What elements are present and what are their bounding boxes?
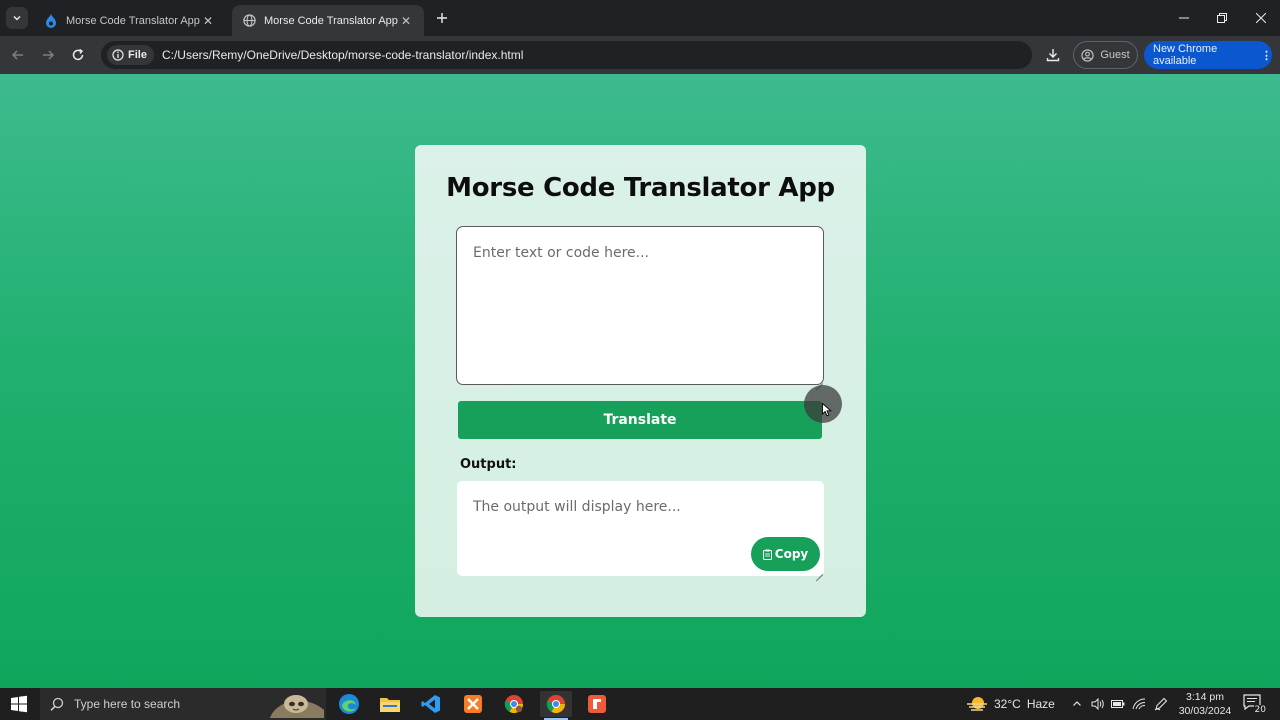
output-placeholder: The output will display here... — [473, 499, 681, 515]
weather-temp: 32°C — [994, 697, 1021, 711]
scheme-label: File — [128, 49, 147, 61]
taskbar-vscode[interactable] — [415, 691, 447, 717]
battery-icon — [1111, 700, 1125, 708]
clock-date: 30/03/2024 — [1178, 705, 1232, 717]
tab-search-button[interactable] — [6, 7, 28, 29]
download-icon — [1046, 49, 1060, 62]
notification-count: 20 — [1253, 705, 1267, 715]
copy-button[interactable]: Copy — [751, 537, 820, 571]
search-icon — [50, 697, 64, 711]
search-highlight-illustration — [270, 695, 324, 718]
weather-widget[interactable]: 32°C Haze — [966, 688, 1055, 720]
taskbar-chrome[interactable] — [540, 691, 572, 720]
windows-taskbar: Type here to search 32°C Haze 3:14 pm 30… — [0, 688, 1280, 720]
reload-icon — [72, 48, 84, 61]
reload-button[interactable] — [66, 43, 90, 67]
resize-grip-icon[interactable] — [815, 567, 823, 575]
minimize-button[interactable] — [1164, 0, 1204, 36]
plus-icon — [437, 13, 447, 23]
tab-title: Morse Code Translator App — [264, 14, 398, 27]
info-icon — [112, 49, 124, 61]
system-clock[interactable]: 3:14 pm 30/03/2024 — [1172, 690, 1238, 718]
taskbar-recorder[interactable] — [581, 691, 613, 717]
arrow-left-icon — [11, 50, 23, 60]
restore-button[interactable] — [1202, 0, 1242, 36]
output-label: Output: — [460, 457, 517, 472]
update-chrome-button[interactable]: New Chrome available ⋮ — [1144, 41, 1272, 69]
translate-button[interactable]: Translate — [458, 401, 822, 439]
browser-tab-2[interactable]: Morse Code Translator App ✕ — [232, 5, 424, 36]
new-tab-button[interactable] — [432, 8, 452, 28]
update-label: New Chrome available — [1153, 43, 1218, 67]
close-window-button[interactable] — [1241, 0, 1280, 36]
network-button[interactable] — [1129, 694, 1149, 714]
page-viewport: Morse Code Translator App Translate Outp… — [0, 74, 1280, 688]
mouse-cursor-icon — [822, 403, 832, 417]
chevron-up-icon — [1073, 701, 1081, 706]
site-info-chip[interactable]: File — [107, 45, 154, 65]
minimize-icon — [1179, 17, 1189, 19]
downloads-button[interactable] — [1043, 45, 1063, 65]
profile-button[interactable]: Guest — [1073, 41, 1138, 69]
taskbar-chrome-profile[interactable] — [498, 691, 530, 717]
back-button[interactable] — [6, 43, 30, 67]
battery-button[interactable] — [1108, 694, 1128, 714]
screen-recorder-icon — [588, 695, 606, 713]
folder-icon — [380, 698, 400, 712]
more-vert-icon: ⋮ — [1261, 49, 1272, 62]
person-icon — [1081, 48, 1094, 62]
arrow-right-icon — [43, 50, 55, 60]
tab-title: Morse Code Translator App Usi — [66, 14, 200, 27]
pen-icon — [1154, 697, 1168, 711]
address-bar[interactable]: File C:/Users/Remy/OneDrive/Desktop/mors… — [101, 41, 1032, 69]
show-hidden-icons-button[interactable] — [1067, 694, 1087, 714]
translator-card: Morse Code Translator App Translate Outp… — [415, 145, 866, 617]
vscode-icon — [421, 695, 440, 713]
clock-time: 3:14 pm — [1186, 691, 1224, 703]
windows-start-icon[interactable] — [8, 695, 30, 713]
chevron-down-icon — [13, 15, 21, 21]
url-text: C:/Users/Remy/OneDrive/Desktop/morse-cod… — [161, 48, 524, 62]
volume-button[interactable] — [1088, 694, 1108, 714]
close-tab-icon[interactable]: ✕ — [398, 13, 414, 29]
search-placeholder: Type here to search — [74, 697, 181, 711]
xampp-icon — [464, 695, 482, 713]
tab-strip: Morse Code Translator App Usi ✕ Morse Co… — [0, 0, 1280, 36]
forward-button[interactable] — [36, 43, 60, 67]
clipboard-icon — [762, 549, 772, 560]
browser-toolbar: File C:/Users/Remy/OneDrive/Desktop/mors… — [0, 36, 1280, 74]
pen-button[interactable] — [1151, 694, 1171, 714]
speaker-icon — [1091, 698, 1104, 710]
text-input[interactable] — [456, 226, 824, 385]
restore-icon — [1217, 13, 1227, 23]
drupal-icon — [44, 13, 58, 28]
chrome-icon — [504, 695, 523, 714]
copy-label: Copy — [774, 547, 809, 561]
taskbar-file-explorer[interactable] — [374, 691, 406, 717]
taskbar-xampp[interactable] — [457, 691, 489, 717]
chrome-icon — [546, 695, 565, 714]
close-tab-icon[interactable]: ✕ — [200, 13, 216, 29]
edge-icon — [339, 694, 359, 714]
close-icon — [1256, 13, 1266, 23]
taskbar-edge[interactable] — [333, 691, 365, 717]
globe-icon — [242, 14, 256, 28]
browser-tab-1[interactable]: Morse Code Translator App Usi ✕ — [34, 5, 226, 36]
profile-label: Guest — [1100, 49, 1130, 61]
notifications-button[interactable]: 20 — [1243, 694, 1267, 715]
resize-grip-icon[interactable] — [815, 376, 823, 384]
weather-condition: Haze — [1026, 697, 1055, 711]
wifi-icon — [1132, 698, 1146, 710]
haze-sun-icon — [967, 697, 987, 711]
app-title: Morse Code Translator App — [446, 173, 835, 203]
